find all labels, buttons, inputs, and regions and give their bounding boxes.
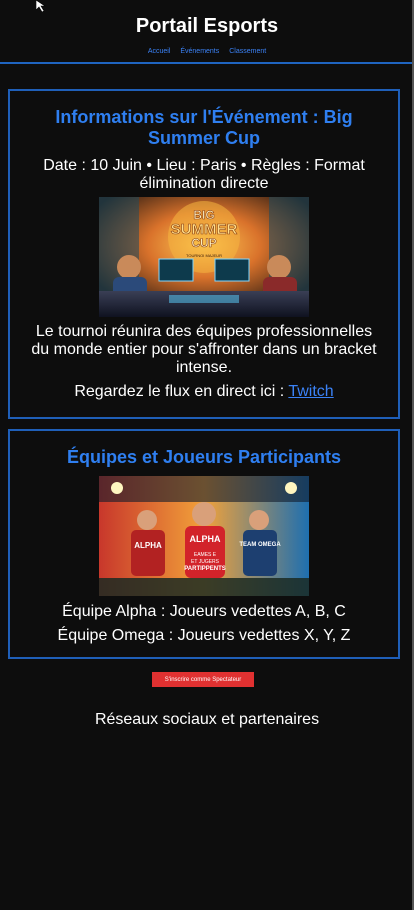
jersey-left-text: ALPHA bbox=[134, 541, 162, 550]
sign-line-1: BIG bbox=[193, 208, 214, 222]
jersey-right-text: TEAM OMEGA bbox=[239, 542, 281, 548]
event-heading: Informations sur l'Événement : Big Summe… bbox=[55, 107, 353, 148]
main-nav: Accueil Événements Classement bbox=[0, 47, 414, 56]
stream-line: Regardez le flux en direct ici : Twitch bbox=[10, 383, 398, 401]
site-title: Portail Esports bbox=[135, 15, 279, 37]
teams-image: ALPHA ALPHA TEAM OMEGA EAMES E ET JUGERS… bbox=[99, 476, 309, 596]
mouse-cursor-icon bbox=[36, 0, 46, 12]
nav-link-evenements[interactable]: Événements bbox=[180, 48, 219, 55]
teams-card: Équipes et Joueurs Participants ALPHA AL… bbox=[8, 429, 400, 659]
nav-link-accueil[interactable]: Accueil bbox=[148, 48, 171, 55]
site-header: Portail Esports Accueil Événements Class… bbox=[0, 0, 414, 64]
team-alpha-line: Équipe Alpha : Joueurs vedettes A, B, C bbox=[62, 603, 346, 620]
sign-line-3: CUP bbox=[191, 236, 216, 250]
stream-prefix: Regardez le flux en direct ici : bbox=[74, 383, 289, 400]
event-info-card: Informations sur l'Événement : Big Summe… bbox=[8, 89, 400, 419]
svg-text:EAMES E: EAMES E bbox=[194, 552, 217, 558]
twitch-link[interactable]: Twitch bbox=[288, 383, 333, 400]
register-spectator-button[interactable]: S'inscrire comme Spectateur bbox=[152, 672, 254, 687]
svg-text:ET JUGERS: ET JUGERS bbox=[191, 559, 220, 565]
event-hero-image: BIG SUMMER CUP TOURNOI MAJEUR bbox=[99, 197, 309, 317]
teams-heading: Équipes et Joueurs Participants bbox=[66, 447, 342, 467]
nav-link-classement[interactable]: Classement bbox=[229, 48, 266, 55]
team-omega-line: Équipe Omega : Joueurs vedettes X, Y, Z bbox=[57, 627, 351, 644]
sign-sub-text: TOURNOI MAJEUR bbox=[186, 253, 222, 258]
event-description: Le tournoi réunira des équipes professio… bbox=[31, 323, 377, 376]
svg-text:PARTIPPENTS: PARTIPPENTS bbox=[184, 566, 226, 572]
partners-text: Réseaux sociaux et partenaires bbox=[94, 711, 320, 728]
jersey-center-text: ALPHA bbox=[190, 534, 221, 544]
event-meta: Date : 10 Juin • Lieu : Paris • Règles :… bbox=[43, 157, 365, 192]
